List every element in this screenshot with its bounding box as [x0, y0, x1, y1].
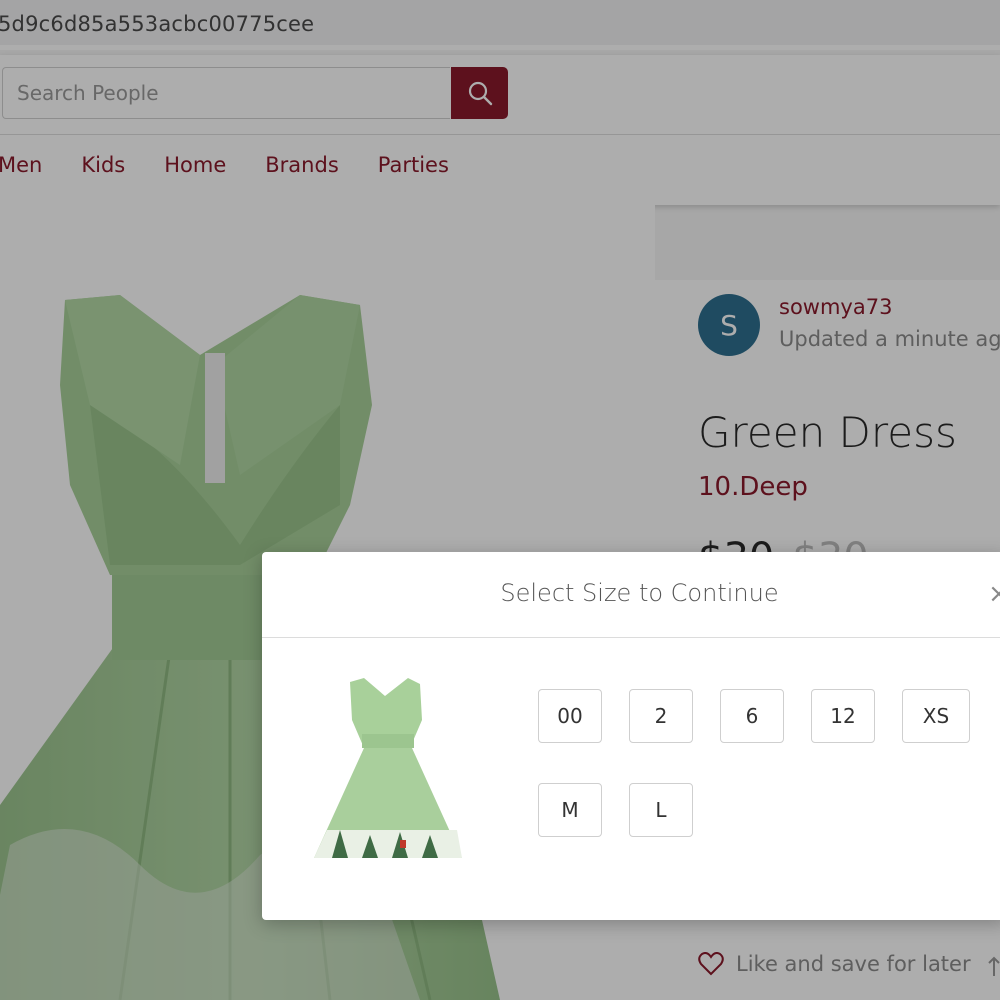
size-option-m[interactable]: M: [538, 783, 602, 837]
close-icon[interactable]: ×: [988, 579, 1000, 609]
size-option-12[interactable]: 12: [811, 689, 875, 743]
modal-title: Select Size to Continue: [500, 579, 779, 607]
size-select-modal: Select Size to Continue × 00 2 6 12 XS M…: [262, 552, 1000, 920]
size-option-l[interactable]: L: [629, 783, 693, 837]
size-option-2[interactable]: 2: [629, 689, 693, 743]
size-option-00[interactable]: 00: [538, 689, 602, 743]
size-option-xs[interactable]: XS: [902, 689, 970, 743]
product-thumbnail: [292, 670, 481, 858]
modal-divider: [262, 637, 1000, 638]
size-option-6[interactable]: 6: [720, 689, 784, 743]
